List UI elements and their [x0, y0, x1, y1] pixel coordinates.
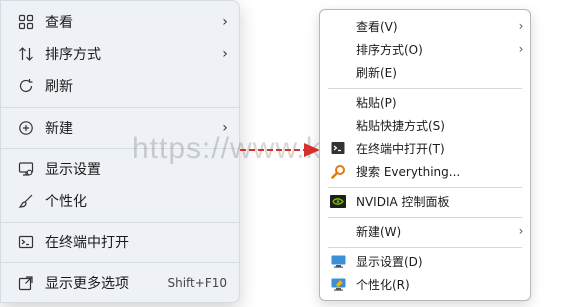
menu-item-refresh[interactable]: 刷新 [7, 70, 233, 102]
nvidia-icon [320, 194, 356, 208]
menu-item-sort[interactable]: 排序方式 › [7, 38, 233, 70]
menu-item-open-terminal[interactable]: 在终端中打开 [7, 226, 233, 258]
menu-separator [328, 187, 522, 188]
menu-item-search-everything-label: 搜索 Everything... [356, 164, 461, 179]
menu-item-nvidia-label: NVIDIA 控制面板 [356, 194, 450, 209]
menu-item-refresh[interactable]: 刷新(E) [320, 61, 530, 83]
menu-item-personalize[interactable]: 个性化 [7, 185, 233, 217]
view-grid-icon [7, 6, 45, 38]
menu-item-display-settings[interactable]: 显示设置(D) [320, 250, 530, 272]
menu-item-paste[interactable]: 粘贴(P) [320, 91, 530, 113]
menu-item-refresh-label: 刷新(E) [356, 65, 397, 80]
menu-item-paste-shortcut[interactable]: 粘贴快捷方式(S) [320, 114, 530, 136]
menu-item-view[interactable]: 查看 › [7, 6, 233, 38]
menu-separator [328, 88, 522, 89]
menu-item-view[interactable]: 查看(V) › [320, 15, 530, 37]
refresh-icon [7, 70, 45, 102]
menu-item-more-options[interactable]: 显示更多选项 Shift+F10 [7, 267, 233, 299]
menu-item-paste-shortcut-label: 粘贴快捷方式(S) [356, 118, 445, 133]
add-circle-icon [7, 112, 45, 144]
menu-separator [328, 247, 522, 248]
menu-item-new-label: 新建(W) [356, 224, 402, 239]
chevron-right-icon: › [518, 19, 524, 33]
menu-separator [328, 217, 522, 218]
menu-item-open-terminal-label: 在终端中打开(T) [356, 141, 445, 156]
classic-context-menu: 查看(V) › 排序方式(O) › 刷新(E) 粘贴(P) 粘贴快捷方式(S) … [319, 9, 531, 301]
chevron-right-icon: › [518, 224, 524, 238]
external-link-icon [7, 267, 45, 299]
menu-item-search-everything[interactable]: 搜索 Everything... [320, 160, 530, 182]
menu-item-view-label: 查看 [45, 15, 73, 31]
menu-item-sort[interactable]: 排序方式(O) › [320, 38, 530, 60]
menu-item-personalize-label: 个性化(R) [356, 277, 410, 292]
everything-search-icon [320, 164, 356, 179]
menu-separator [1, 222, 239, 223]
brush-icon [7, 185, 45, 217]
menu-item-personalize[interactable]: 个性化(R) [320, 273, 530, 295]
menu-item-view-label: 查看(V) [356, 19, 398, 34]
shortcut-label: Shift+F10 [167, 276, 227, 290]
arrow-icon [240, 143, 320, 157]
personalize-icon [320, 278, 356, 291]
menu-item-refresh-label: 刷新 [45, 79, 73, 95]
chevron-right-icon: › [222, 46, 228, 62]
sort-arrows-icon [7, 38, 45, 70]
terminal-icon [7, 226, 45, 258]
menu-item-open-terminal-label: 在终端中打开 [45, 235, 129, 251]
menu-item-sort-label: 排序方式 [45, 47, 101, 63]
display-icon [320, 255, 356, 268]
menu-item-open-terminal[interactable]: 在终端中打开(T) [320, 137, 530, 159]
menu-item-nvidia[interactable]: NVIDIA 控制面板 [320, 190, 530, 212]
menu-item-display-label: 显示设置(D) [356, 254, 423, 269]
menu-separator [1, 262, 239, 263]
menu-item-personalize-label: 个性化 [45, 194, 87, 210]
chevron-right-icon: › [518, 42, 524, 56]
menu-separator [1, 107, 239, 108]
display-settings-icon [7, 153, 45, 185]
menu-item-new[interactable]: 新建(W) › [320, 220, 530, 242]
menu-item-sort-label: 排序方式(O) [356, 42, 423, 57]
menu-item-more-options-label: 显示更多选项 [45, 276, 129, 292]
chevron-right-icon: › [222, 14, 228, 30]
terminal-icon [320, 141, 356, 155]
menu-item-paste-label: 粘贴(P) [356, 95, 397, 110]
